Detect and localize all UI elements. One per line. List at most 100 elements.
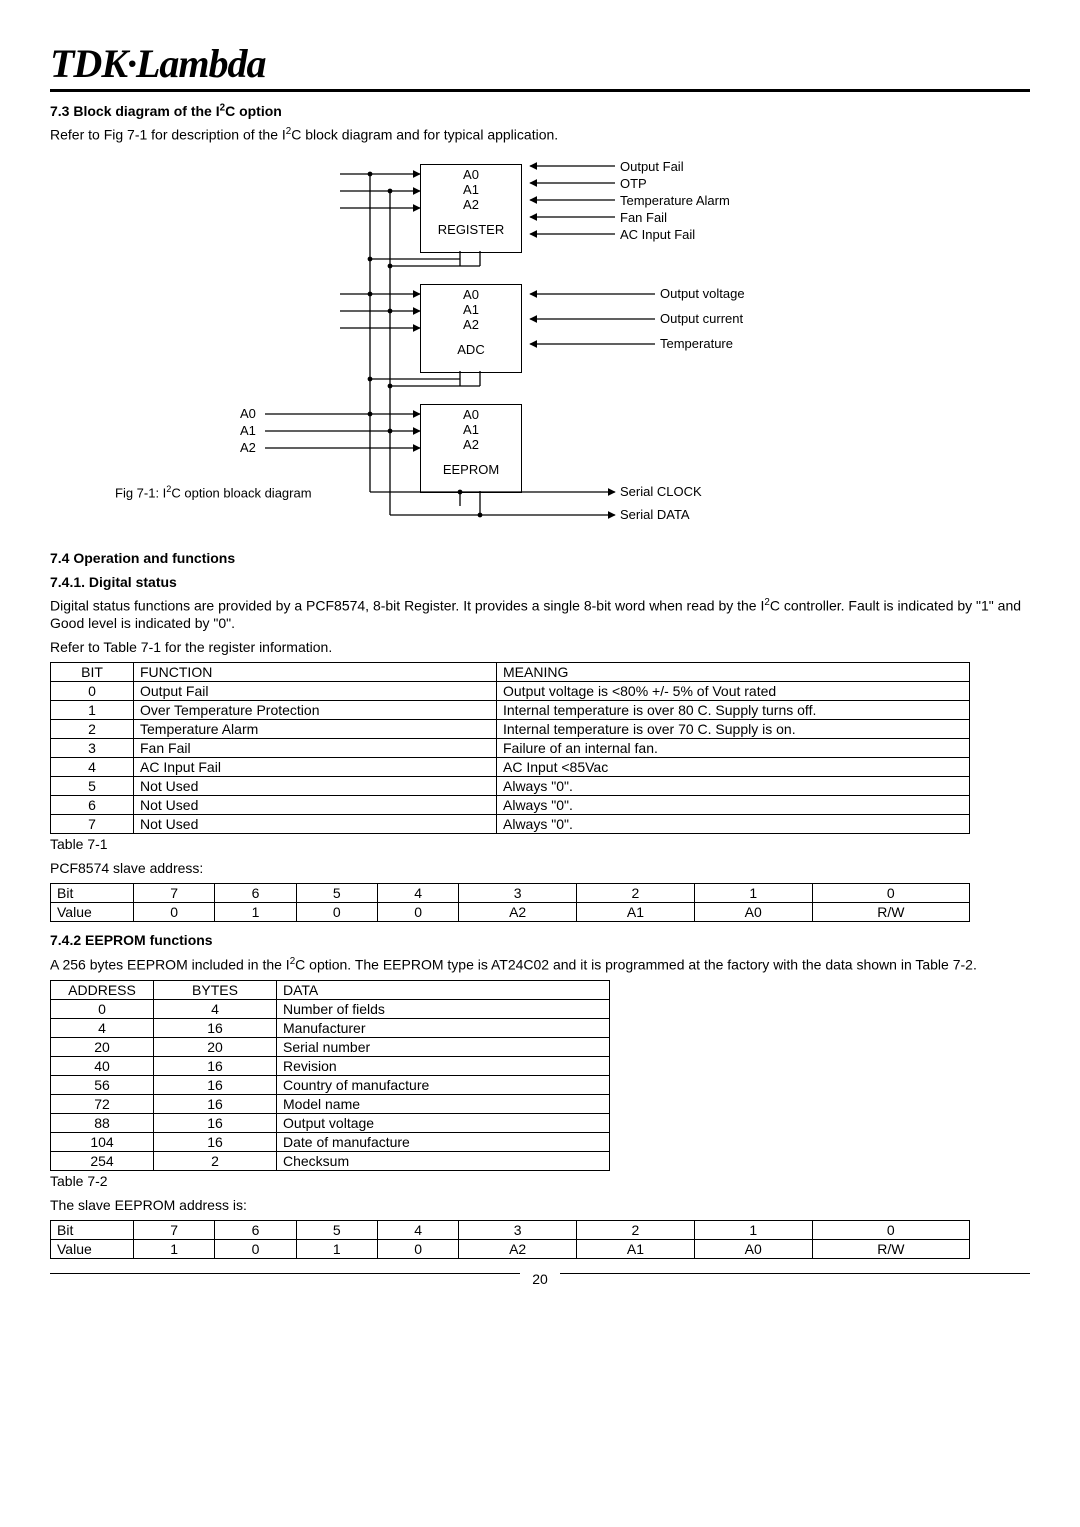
table-row: 04Number of fields: [51, 1000, 610, 1019]
table-row: 1Over Temperature ProtectionInternal tem…: [51, 701, 970, 720]
addr-cell: A0: [694, 903, 812, 922]
eep-h-data: DATA: [277, 981, 610, 1000]
addr-cell: 1: [694, 884, 812, 903]
register-table: BIT FUNCTION MEANING 0Output FailOutput …: [50, 662, 970, 834]
addr-cell: 3: [459, 884, 577, 903]
addr-cell: 4: [377, 1221, 458, 1240]
addr-cell: 0: [296, 903, 377, 922]
eep-addr-table: Bit76543210 Value1010A2A1A0R/W: [50, 1220, 970, 1259]
addr-cell: 2: [577, 884, 695, 903]
addr-cell: A0: [694, 1240, 812, 1259]
register-block: A0 A1 A2 REGISTER: [420, 164, 522, 253]
eeprom-block: A0 A1 A2 EEPROM: [420, 404, 522, 493]
addr-cell: 5: [296, 884, 377, 903]
addr-cell: 0: [215, 1240, 296, 1259]
addr-cell: 4: [377, 884, 458, 903]
register-pin-a0: A0: [421, 167, 521, 182]
addr-cell: 1: [296, 1240, 377, 1259]
label-output-voltage: Output voltage: [660, 286, 745, 301]
reg-h-func: FUNCTION: [134, 663, 497, 682]
addr-cell: A1: [577, 1240, 695, 1259]
table-row: 2020Serial number: [51, 1038, 610, 1057]
eep-addr-label: The slave EEPROM address is:: [50, 1197, 1030, 1215]
addr-cell: 0: [812, 1221, 969, 1240]
eeprom-table: ADDRESS BYTES DATA 04Number of fields416…: [50, 980, 610, 1171]
label-ac-input-fail: AC Input Fail: [620, 227, 695, 242]
addr-cell: 7: [134, 1221, 215, 1240]
addr-label: Bit: [51, 1221, 134, 1240]
label-serial-data: Serial DATA: [620, 507, 690, 522]
eeprom-pin-a1: A1: [421, 422, 521, 437]
adc-pin-a2: A2: [421, 317, 521, 332]
label-otp: OTP: [620, 176, 647, 191]
section-7-3-head: 7.3 Block diagram of the I2C option: [50, 102, 1030, 120]
section-7-3-text: Refer to Fig 7-1 for description of the …: [50, 126, 1030, 144]
addr-cell: 0: [377, 1240, 458, 1259]
brand-logo: TDK·Lambda: [50, 40, 1030, 87]
addr-cell: 7: [134, 884, 215, 903]
section-7-4-1-p1: Digital status functions are provided by…: [50, 597, 1030, 633]
eep-h-addr: ADDRESS: [51, 981, 154, 1000]
table-row: 416Manufacturer: [51, 1019, 610, 1038]
addr-cell: 1: [215, 903, 296, 922]
block-diagram: A0 A1 A2 REGISTER A0 A1 A2 ADC A0 A1 A2 …: [80, 154, 1000, 544]
section-7-4-1-p2: Refer to Table 7-1 for the register info…: [50, 639, 1030, 657]
adc-block: A0 A1 A2 ADC: [420, 284, 522, 373]
eeprom-pin-a2: A2: [421, 437, 521, 452]
adc-pin-a1: A1: [421, 302, 521, 317]
addr-cell: R/W: [812, 903, 969, 922]
adc-label: ADC: [421, 342, 521, 357]
table-row: 8816Output voltage: [51, 1114, 610, 1133]
addr-cell: 0: [377, 903, 458, 922]
table-row: 5616Country of manufacture: [51, 1076, 610, 1095]
register-pin-a1: A1: [421, 182, 521, 197]
label-temp-alarm: Temperature Alarm: [620, 193, 730, 208]
eeprom-label: EEPROM: [421, 462, 521, 477]
label-fan-fail: Fan Fail: [620, 210, 667, 225]
addr-cell: 0: [134, 903, 215, 922]
ext-a2: A2: [240, 440, 256, 455]
reg-h-bit: BIT: [51, 663, 134, 682]
addr-cell: A2: [459, 1240, 577, 1259]
addr-cell: 2: [577, 1221, 695, 1240]
pcf-addr-table: Bit76543210 Value0100A2A1A0R/W: [50, 883, 970, 922]
table-row: 2Temperature AlarmInternal temperature i…: [51, 720, 970, 739]
table-row: 4016Revision: [51, 1057, 610, 1076]
table-row: 7Not UsedAlways "0".: [51, 815, 970, 834]
label-output-current: Output current: [660, 311, 743, 326]
page-number: 20: [520, 1271, 560, 1287]
section-7-4-head: 7.4 Operation and functions: [50, 550, 1030, 568]
label-output-fail: Output Fail: [620, 159, 684, 174]
diagram-caption: Fig 7-1: I2C option bloack diagram: [115, 484, 312, 500]
table-row: 5Not UsedAlways "0".: [51, 777, 970, 796]
addr-label: Bit: [51, 884, 134, 903]
table-row: 3Fan FailFailure of an internal fan.: [51, 739, 970, 758]
eeprom-pin-a0: A0: [421, 407, 521, 422]
addr-cell: 1: [694, 1221, 812, 1240]
table-row: 7216Model name: [51, 1095, 610, 1114]
table-7-2-caption: Table 7-2: [50, 1173, 1030, 1191]
addr-cell: A1: [577, 903, 695, 922]
register-label: REGISTER: [421, 222, 521, 237]
table-row: 4AC Input FailAC Input <85Vac: [51, 758, 970, 777]
addr-cell: 5: [296, 1221, 377, 1240]
adc-pin-a0: A0: [421, 287, 521, 302]
label-temperature: Temperature: [660, 336, 733, 351]
addr-cell: 6: [215, 1221, 296, 1240]
section-7-4-2-p: A 256 bytes EEPROM included in the I2C o…: [50, 956, 1030, 974]
table-row: 10416Date of manufacture: [51, 1133, 610, 1152]
section-7-4-1-head: 7.4.1. Digital status: [50, 574, 1030, 592]
table-row: 2542Checksum: [51, 1152, 610, 1171]
table-row: 0Output FailOutput voltage is <80% +/- 5…: [51, 682, 970, 701]
addr-label: Value: [51, 903, 134, 922]
addr-cell: 6: [215, 884, 296, 903]
ext-a1: A1: [240, 423, 256, 438]
addr-cell: 1: [134, 1240, 215, 1259]
reg-h-mean: MEANING: [497, 663, 970, 682]
addr-cell: 0: [812, 884, 969, 903]
addr-cell: 3: [459, 1221, 577, 1240]
ext-a0: A0: [240, 406, 256, 421]
table-7-1-caption: Table 7-1: [50, 836, 1030, 854]
register-pin-a2: A2: [421, 197, 521, 212]
eep-h-bytes: BYTES: [154, 981, 277, 1000]
